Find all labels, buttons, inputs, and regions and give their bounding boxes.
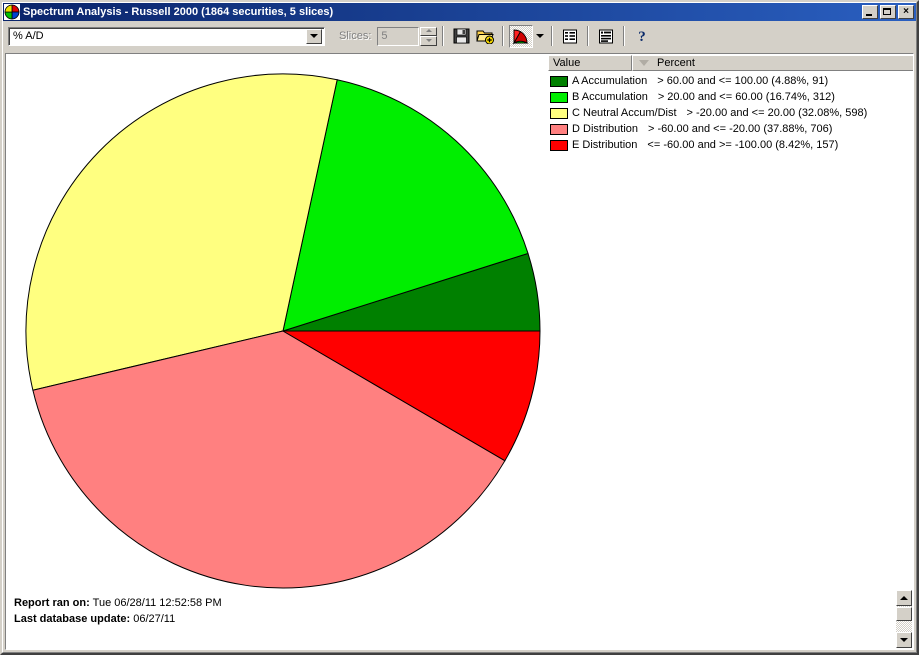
- slices-value: 5: [381, 30, 388, 42]
- close-button[interactable]: ×: [898, 5, 914, 19]
- legend-color-swatch: [550, 139, 568, 151]
- legend-row-range: > -60.00 and <= -20.00 (37.88%, 706): [648, 123, 833, 135]
- last-update-value: 06/27/11: [133, 613, 176, 625]
- indicator-combo[interactable]: % A/D: [8, 26, 325, 46]
- sort-descending-icon: [639, 60, 649, 66]
- triangle-down-icon: [425, 38, 432, 42]
- save-button[interactable]: [449, 24, 474, 48]
- legend-row[interactable]: E Distribution <= -60.00 and >= -100.00 (…: [548, 137, 913, 153]
- window-title: Spectrum Analysis - Russell 2000 (1864 s…: [23, 6, 334, 18]
- pie-chart-view-button[interactable]: [509, 24, 534, 48]
- report-view-button[interactable]: [594, 24, 619, 48]
- legend-row-range: > -20.00 and <= 20.00 (32.08%, 598): [686, 107, 868, 119]
- report-list-icon: [599, 29, 614, 43]
- triangle-up-icon: [425, 29, 432, 33]
- legend-color-swatch: [550, 107, 568, 119]
- slices-stepper[interactable]: [420, 26, 438, 46]
- slices-stepper-down[interactable]: [420, 36, 438, 46]
- chevron-down-icon: [535, 34, 544, 38]
- pie-chart-svg[interactable]: [22, 70, 544, 592]
- title-bar[interactable]: Spectrum Analysis - Russell 2000 (1864 s…: [3, 3, 916, 21]
- legend-panel: Value Percent A Accumulation > 60.00 and …: [548, 55, 913, 153]
- footer: Report ran on: Tue 06/28/11 12:52:58 PM …: [14, 595, 222, 627]
- legend-row-name: D Distribution: [572, 123, 639, 135]
- legend-row-name: E Distribution: [572, 139, 638, 151]
- legend-column-percent-label: Percent: [657, 57, 695, 69]
- grid-view-button[interactable]: [558, 24, 583, 48]
- legend-column-value-label: Value: [553, 57, 581, 69]
- report-ran-label: Report ran on:: [14, 597, 90, 609]
- legend-rows: A Accumulation > 60.00 and <= 100.00 (4.8…: [548, 71, 913, 153]
- legend-color-swatch: [550, 123, 568, 135]
- grid-list-icon: [563, 29, 578, 43]
- window-controls: ×: [862, 5, 914, 19]
- open-add-button[interactable]: [473, 24, 498, 48]
- chevron-down-icon[interactable]: [306, 28, 322, 44]
- client-area: Value Percent A Accumulation > 60.00 and …: [5, 53, 914, 650]
- close-icon: ×: [903, 6, 909, 17]
- floppy-disk-icon: [453, 28, 470, 44]
- legend-row-range: > 60.00 and <= 100.00 (4.88%, 91): [657, 75, 829, 87]
- help-button[interactable]: ?: [630, 24, 655, 48]
- legend-row[interactable]: B Accumulation > 20.00 and <= 60.00 (16.7…: [548, 89, 913, 105]
- svg-text:?: ?: [639, 29, 647, 44]
- legend-row[interactable]: A Accumulation > 60.00 and <= 100.00 (4.8…: [548, 73, 913, 89]
- legend-row-range: > 20.00 and <= 60.00 (16.74%, 312): [657, 91, 835, 103]
- pie-chart-icon: [512, 29, 530, 45]
- toolbar-separator-2: [502, 26, 505, 46]
- indicator-combo-value: % A/D: [13, 30, 44, 42]
- toolbar-separator-5: [623, 26, 626, 46]
- legend-row-name: B Accumulation: [572, 91, 648, 103]
- triangle-down-icon: [900, 638, 908, 642]
- legend-color-swatch: [550, 91, 568, 103]
- legend-row[interactable]: C Neutral Accum/Dist > -20.00 and <= 20.0…: [548, 105, 913, 121]
- scroll-down-button[interactable]: [896, 632, 912, 648]
- last-update-line: Last database update: 06/27/11: [14, 611, 222, 627]
- slices-stepper-up[interactable]: [420, 26, 438, 36]
- slices-input[interactable]: 5: [377, 26, 420, 46]
- scroll-up-button[interactable]: [896, 590, 912, 606]
- toolbar-separator: [442, 26, 445, 46]
- report-ran-line: Report ran on: Tue 06/28/11 12:52:58 PM: [14, 595, 222, 611]
- maximize-button[interactable]: [880, 5, 896, 19]
- chart-type-dropdown-button[interactable]: [533, 24, 547, 48]
- scrollbar-thumb[interactable]: [896, 607, 912, 621]
- minimize-button[interactable]: [862, 5, 878, 19]
- legend-row-name: A Accumulation: [572, 75, 648, 87]
- legend-header: Value Percent: [548, 55, 913, 71]
- last-update-label: Last database update:: [14, 613, 131, 625]
- slices-label: Slices:: [339, 30, 372, 42]
- report-ran-value: Tue 06/28/11 12:52:58 PM: [92, 597, 222, 609]
- toolbar: % A/D Slices: 5 ?: [3, 22, 916, 50]
- triangle-up-icon: [900, 596, 908, 600]
- legend-column-value[interactable]: Value: [548, 55, 632, 71]
- application-window: Spectrum Analysis - Russell 2000 (1864 s…: [0, 0, 919, 655]
- legend-color-swatch: [550, 75, 568, 87]
- chevron-down-glyph: [310, 34, 318, 38]
- legend-row-range: <= -60.00 and >= -100.00 (8.42%, 157): [647, 139, 839, 151]
- legend-row-name: C Neutral Accum/Dist: [572, 107, 677, 119]
- toolbar-separator-4: [587, 26, 590, 46]
- legend-column-percent[interactable]: Percent: [632, 55, 913, 71]
- pie-chart[interactable]: [22, 70, 544, 592]
- question-mark-icon: ?: [639, 29, 647, 44]
- folder-add-icon: [476, 30, 495, 44]
- app-pie-icon: [4, 4, 20, 20]
- toolbar-separator-3: [551, 26, 554, 46]
- legend-row[interactable]: D Distribution > -60.00 and <= -20.00 (37…: [548, 121, 913, 137]
- vertical-scrollbar[interactable]: [896, 590, 912, 648]
